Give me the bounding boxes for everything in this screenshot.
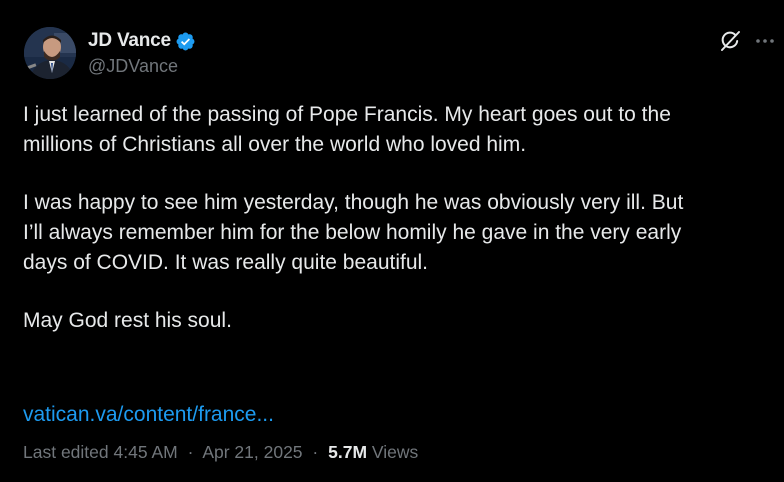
- author-handle[interactable]: @JDVance: [88, 56, 196, 77]
- tweet-paragraph: May God rest his soul.: [23, 309, 232, 332]
- grok-icon[interactable]: [718, 29, 742, 53]
- tweet-meta: Last edited 4:45 AM · Apr 21, 2025 · 5.7…: [23, 442, 418, 463]
- tweet-link[interactable]: vatican.va/content/france...: [23, 403, 274, 426]
- tweet-paragraph: I was happy to see him yesterday, though…: [23, 191, 684, 274]
- tweet-card: JD Vance @JDVance I just learned of the …: [0, 0, 784, 482]
- post-time[interactable]: 4:45 AM: [114, 442, 178, 462]
- verified-badge-icon[interactable]: [175, 31, 196, 52]
- post-date[interactable]: Apr 21, 2025: [202, 442, 302, 462]
- views-count: 5.7M: [328, 442, 368, 462]
- views-label: Views: [371, 442, 419, 462]
- tweet-text: I just learned of the passing of Pope Fr…: [23, 100, 763, 458]
- link-paragraph: vatican.va/content/france...: [23, 370, 763, 430]
- avatar[interactable]: [24, 27, 76, 79]
- edited-label[interactable]: Last edited: [23, 442, 109, 462]
- meta-separator: ·: [312, 442, 319, 462]
- author-display-name[interactable]: JD Vance: [88, 30, 171, 52]
- avatar-image: [24, 27, 76, 79]
- meta-separator: ·: [187, 442, 194, 462]
- author-block: JD Vance @JDVance: [88, 28, 196, 77]
- more-icon[interactable]: [754, 30, 776, 52]
- tweet-paragraph: I just learned of the passing of Pope Fr…: [23, 103, 671, 156]
